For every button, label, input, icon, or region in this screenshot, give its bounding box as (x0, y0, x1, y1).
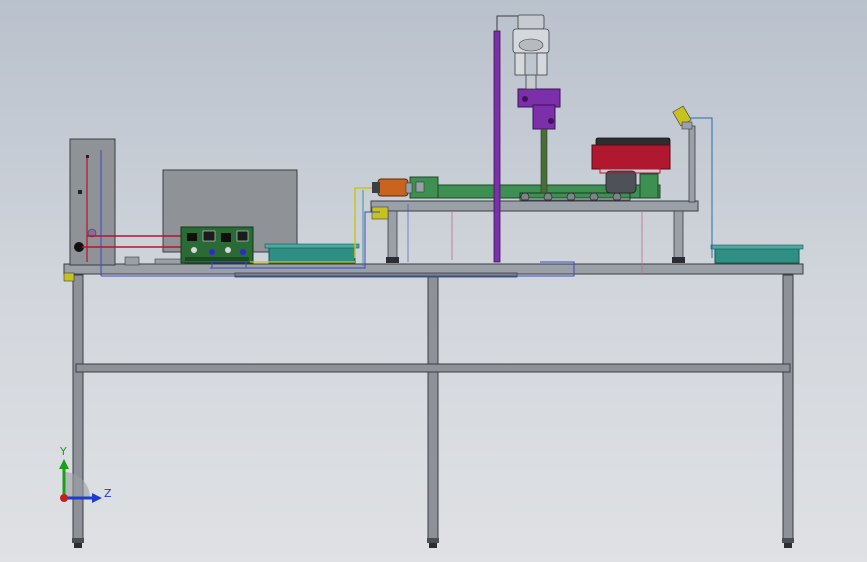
rail-bolt-left (415, 181, 425, 193)
frame-foot-middle-pad (429, 543, 437, 548)
coordinate-triad: Y Z (59, 445, 112, 503)
bins (264, 243, 804, 264)
frame-crossbar (75, 363, 791, 373)
robot-carriage-bolt (548, 118, 554, 124)
cabinet-indicator-top (86, 155, 89, 158)
frame-foot-left-pad (74, 543, 82, 548)
support-block (124, 256, 140, 266)
frame-foot-right (782, 538, 794, 543)
triad-z-label: Z (104, 487, 112, 500)
bin-left (268, 245, 356, 264)
parts-tray (591, 137, 671, 174)
workbench-frame (63, 263, 804, 548)
motor-coupling (405, 182, 413, 194)
drive-motor (372, 178, 413, 197)
circuit-board (180, 226, 254, 269)
pcb-chip-1 (187, 233, 197, 241)
yellow-mount-block (371, 206, 389, 220)
frame-leg-middle (427, 274, 439, 540)
camera-post-column (688, 125, 696, 203)
robot-crossbar-bolt (522, 96, 528, 102)
pcb-component-2 (209, 249, 215, 255)
conveyor-stand (370, 170, 699, 263)
tray-body (591, 144, 671, 170)
motor-endcap (372, 182, 380, 193)
motor-body (377, 178, 409, 197)
bin-right (714, 246, 800, 264)
frame-foot-middle (427, 538, 439, 543)
conveyor-leg-right (673, 210, 684, 262)
conveyor-leg-left-foot (386, 257, 399, 263)
rail-end-block-right (639, 173, 659, 199)
conveyor-leg-right-foot (672, 257, 685, 263)
robot-carriage (532, 104, 556, 130)
bin-right-rim (710, 244, 804, 250)
gripper-neck (525, 74, 537, 90)
triad-origin (60, 494, 68, 502)
gripper-finger-right (536, 52, 548, 76)
cabinet-indicator (78, 190, 82, 194)
pcb-chip-3 (221, 233, 231, 242)
pcb-component-4 (240, 249, 246, 255)
gripper-cylinder (518, 38, 544, 52)
cad-viewport[interactable]: Y Z (0, 0, 867, 562)
robot-mast (493, 30, 501, 263)
tabletop-clamp (63, 272, 75, 282)
gripper-mount (517, 14, 545, 30)
frame-leg-right (782, 274, 794, 540)
robot-leadscrew (540, 128, 548, 194)
robot-arm (493, 14, 561, 263)
triad-y-arrowhead (59, 459, 69, 469)
bin-left-rim (264, 243, 360, 249)
triad-y-label: Y (59, 445, 67, 458)
assembly-drawing: Y Z (59, 14, 804, 548)
camera-head-base (681, 121, 693, 130)
pcb-component-1 (191, 247, 197, 253)
triad-z-arrowhead (92, 493, 102, 503)
pcb-chip-4 (236, 230, 249, 242)
conveyor-platform (370, 200, 699, 212)
gripper-finger-left (514, 52, 526, 76)
pcb-chip-2 (202, 230, 216, 242)
frame-foot-right-pad (784, 543, 792, 548)
tabletop (63, 263, 804, 275)
frame-foot-left (72, 538, 84, 543)
pcb-component-3 (225, 247, 231, 253)
cable-chain-end (605, 170, 637, 194)
pcb-connector-strip (185, 257, 249, 261)
triad-shadow (64, 472, 90, 498)
conveyor-leg-left (387, 210, 398, 262)
